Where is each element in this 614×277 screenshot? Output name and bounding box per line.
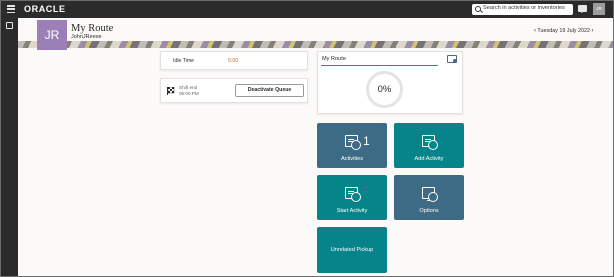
options-icon	[422, 187, 438, 202]
activities-count: 1	[363, 134, 370, 148]
search-input[interactable]: Search in activities or inventories	[472, 4, 573, 15]
idle-time-label: Idle Time	[173, 58, 195, 64]
hamburger-menu-icon[interactable]	[7, 5, 15, 14]
resource-avatar: JR	[37, 20, 67, 50]
current-date: Tuesday 19 July 2022	[537, 28, 590, 34]
unrelated-pickup-label: Unrelated Pickup	[330, 247, 374, 253]
shift-end-label: Shift end 05:00 PM	[179, 85, 199, 97]
date-navigator: ‹ Tuesday 19 July 2022 ›	[534, 28, 593, 34]
calendar-icon[interactable]	[6, 22, 13, 29]
page-title: My Route	[71, 23, 114, 34]
options-tile[interactable]: Options	[394, 175, 464, 220]
prev-day-button[interactable]: ‹	[534, 28, 536, 34]
map-icon[interactable]	[447, 55, 457, 63]
search-placeholder: Search in activities or inventories	[483, 5, 565, 11]
top-bar: ORACLE Search in activities or inventori…	[1, 1, 613, 18]
activities-tile[interactable]: 1 Activities	[317, 123, 387, 168]
next-day-button[interactable]: ›	[591, 28, 593, 34]
deactivate-queue-button[interactable]: Deactivate Queue	[235, 84, 304, 97]
idle-time-value: 5:00	[228, 58, 239, 64]
options-label: Options	[419, 208, 439, 214]
start-activity-icon	[345, 187, 361, 202]
user-avatar-button[interactable]: JR	[593, 3, 605, 15]
route-progress-gauge: 0%	[366, 71, 403, 108]
search-icon	[475, 6, 481, 12]
chat-icon[interactable]	[578, 5, 587, 13]
add-activity-label: Add Activity	[414, 156, 444, 162]
checkered-flag-icon	[167, 87, 175, 95]
shift-card: Shift end 05:00 PM Deactivate Queue	[160, 78, 308, 103]
idle-time-card: Idle Time 5:00	[160, 51, 308, 70]
unrelated-pickup-tile[interactable]: Unrelated Pickup	[317, 227, 387, 273]
start-activity-tile[interactable]: Start Activity	[317, 175, 387, 220]
activities-icon	[345, 135, 361, 150]
app-frame: ORACLE Search in activities or inventori…	[0, 0, 614, 277]
decorative-stripe	[18, 41, 613, 48]
oracle-logo: ORACLE	[24, 4, 66, 14]
my-route-card[interactable]: My Route 0%	[317, 51, 463, 114]
add-activity-tile[interactable]: Add Activity	[394, 123, 464, 168]
resource-name: JohnJReese	[71, 34, 102, 40]
activities-label: Activities	[340, 156, 364, 162]
left-rail	[1, 18, 18, 276]
route-card-title: My Route	[322, 56, 346, 62]
start-activity-label: Start Activity	[336, 208, 368, 214]
route-card-divider	[321, 65, 438, 66]
shift-end-time: 05:00 PM	[179, 91, 199, 96]
add-activity-icon	[422, 135, 438, 150]
